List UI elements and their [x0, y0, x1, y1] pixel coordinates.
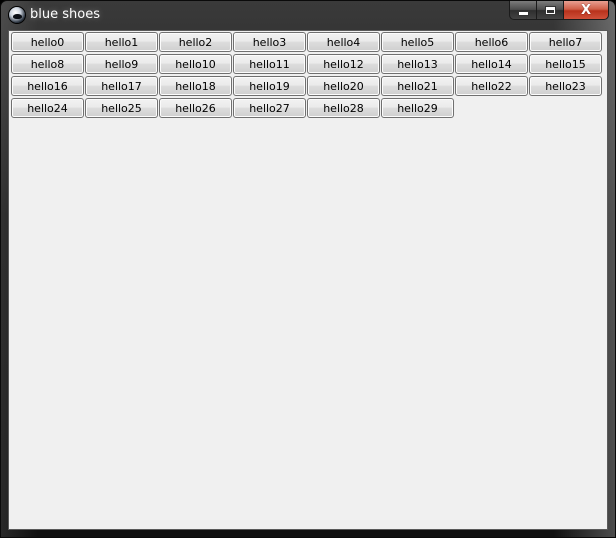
hello-button[interactable]: hello28: [307, 98, 380, 118]
hello-button[interactable]: hello20: [307, 76, 380, 96]
app-window: blue shoes X hello0 hello1 hello2 hello3…: [0, 0, 616, 538]
close-button[interactable]: X: [563, 1, 609, 20]
hello-button[interactable]: hello24: [11, 98, 84, 118]
hello-button[interactable]: hello3: [233, 32, 306, 52]
hello-button[interactable]: hello18: [159, 76, 232, 96]
hello-button[interactable]: hello2: [159, 32, 232, 52]
hello-button[interactable]: hello19: [233, 76, 306, 96]
hello-button[interactable]: hello23: [529, 76, 602, 96]
hello-button[interactable]: hello11: [233, 54, 306, 74]
close-icon: X: [580, 2, 592, 18]
hello-button[interactable]: hello25: [85, 98, 158, 118]
caption-buttons: X: [509, 1, 609, 21]
hello-button[interactable]: hello12: [307, 54, 380, 74]
maximize-icon: [545, 6, 555, 14]
maximize-button[interactable]: [536, 1, 563, 20]
hello-button[interactable]: hello13: [381, 54, 454, 74]
hello-button[interactable]: hello21: [381, 76, 454, 96]
hello-button[interactable]: hello29: [381, 98, 454, 118]
minimize-icon: [518, 11, 528, 15]
hello-button[interactable]: hello8: [11, 54, 84, 74]
minimize-button[interactable]: [509, 1, 536, 20]
hello-button[interactable]: hello6: [455, 32, 528, 52]
title-bar[interactable]: blue shoes X: [1, 1, 615, 30]
hello-button[interactable]: hello26: [159, 98, 232, 118]
hello-button[interactable]: hello4: [307, 32, 380, 52]
hello-button[interactable]: hello16: [11, 76, 84, 96]
client-area: hello0 hello1 hello2 hello3 hello4 hello…: [8, 30, 608, 530]
hello-button[interactable]: hello9: [85, 54, 158, 74]
hello-button[interactable]: hello0: [11, 32, 84, 52]
button-grid: hello0 hello1 hello2 hello3 hello4 hello…: [11, 32, 602, 118]
hello-button[interactable]: hello17: [85, 76, 158, 96]
hello-button[interactable]: hello27: [233, 98, 306, 118]
window-title: blue shoes: [30, 7, 100, 22]
hello-button[interactable]: hello10: [159, 54, 232, 74]
hello-button[interactable]: hello1: [85, 32, 158, 52]
hello-button[interactable]: hello15: [529, 54, 602, 74]
hello-button[interactable]: hello14: [455, 54, 528, 74]
hello-button[interactable]: hello7: [529, 32, 602, 52]
hello-button[interactable]: hello22: [455, 76, 528, 96]
app-icon[interactable]: [9, 7, 25, 23]
hello-button[interactable]: hello5: [381, 32, 454, 52]
